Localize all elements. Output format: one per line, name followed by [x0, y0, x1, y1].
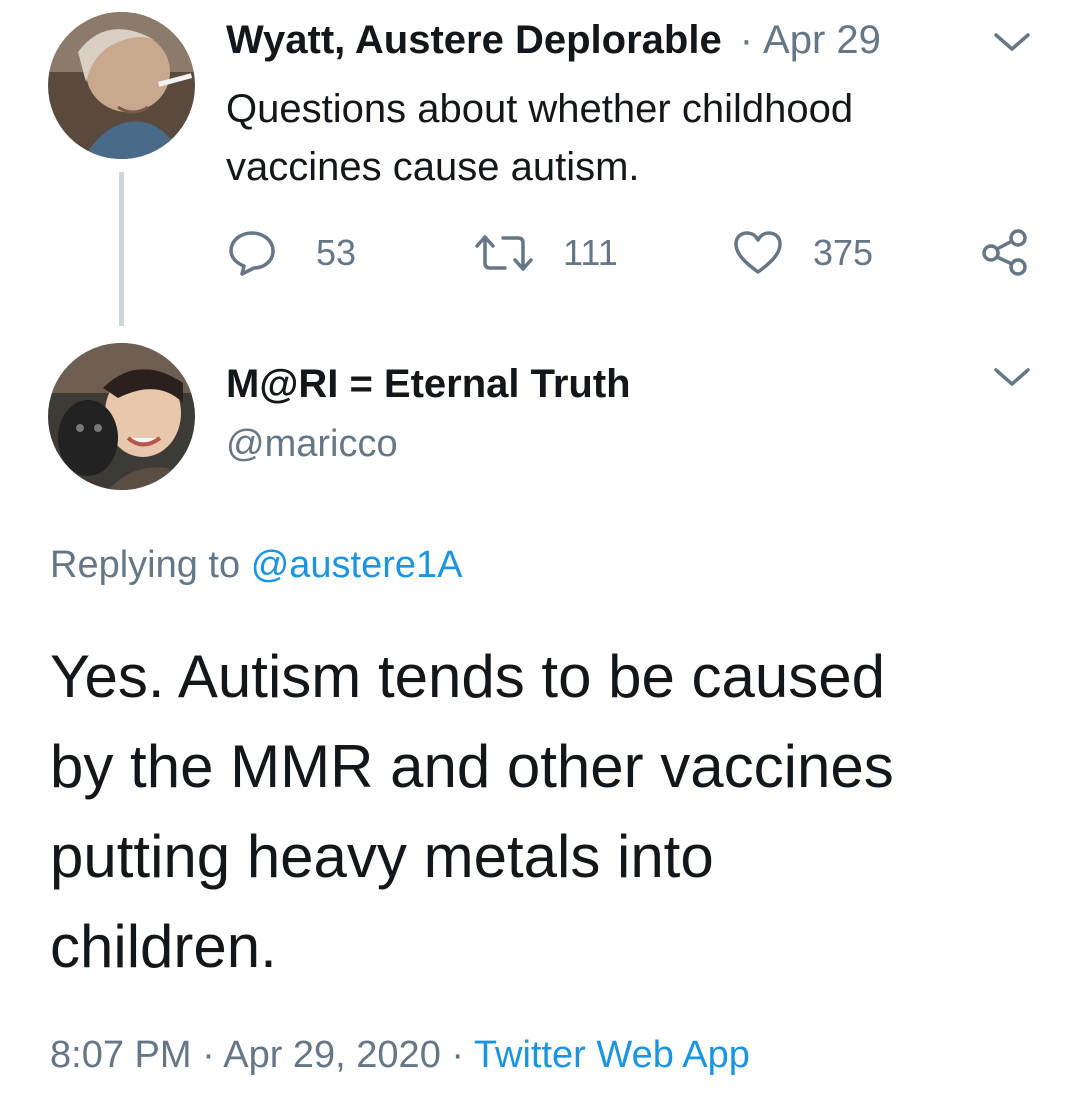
reply-count: 53: [316, 232, 357, 273]
share-icon: [982, 229, 1027, 276]
reply-tweet-text-line: children.: [50, 913, 277, 980]
reply-author-handle[interactable]: @maricco: [226, 423, 398, 466]
parent-tweet-text-line: Questions about whether childhood: [226, 87, 854, 131]
reply-tweet-text-line: by the MMR and other vaccines: [50, 733, 894, 800]
parent-tweet-menu-button[interactable]: [990, 27, 1034, 57]
retweet-icon: [475, 235, 533, 271]
replying-to: Replying to @austere1A: [50, 544, 463, 587]
reply-icon: [229, 231, 275, 276]
reply-author-avatar[interactable]: [48, 343, 195, 490]
reply-tweet-text-line: putting heavy metals into: [50, 823, 714, 890]
tweet-timestamp-row: 8:07 PM · Apr 29, 2020 · Twitter Web App: [50, 1034, 750, 1077]
header-separator: ·: [739, 18, 754, 62]
parent-tweet-date[interactable]: Apr 29: [763, 18, 881, 63]
retweet-count: 111: [563, 232, 618, 273]
reply-action[interactable]: 53: [228, 230, 356, 276]
thread-connector-line: [119, 172, 124, 326]
parent-tweet-text-line: vaccines cause autism.: [226, 145, 640, 189]
tweet-date[interactable]: Apr 29, 2020: [223, 1034, 441, 1076]
chevron-down-icon: [994, 33, 1030, 51]
timestamp-separator: ·: [202, 1034, 215, 1076]
share-action[interactable]: [980, 228, 1030, 281]
reply-tweet-text: Yes. Autism tends to be caused by the MM…: [50, 632, 894, 992]
retweet-action[interactable]: 111: [475, 232, 618, 274]
parent-tweet-header: Wyatt, Austere Deplorable · Apr 29: [226, 18, 881, 63]
parent-author-name[interactable]: Wyatt, Austere Deplorable: [226, 18, 722, 63]
like-action[interactable]: 375: [733, 230, 873, 276]
parent-author-avatar[interactable]: [48, 12, 195, 159]
heart-icon: [734, 231, 782, 274]
replying-to-label: Replying to: [50, 544, 241, 586]
reply-tweet-menu-button[interactable]: [990, 362, 1034, 392]
tweet-source-link[interactable]: Twitter Web App: [474, 1034, 750, 1076]
timestamp-separator: ·: [451, 1034, 465, 1076]
reply-tweet-text-line: Yes. Autism tends to be caused: [50, 643, 885, 710]
tweet-time[interactable]: 8:07 PM: [50, 1034, 192, 1076]
parent-tweet-text: Questions about whether childhood vaccin…: [226, 80, 853, 196]
reply-author-name[interactable]: M@RI = Eternal Truth: [226, 362, 631, 407]
chevron-down-icon: [994, 368, 1030, 386]
replying-to-handle-link[interactable]: @austere1A: [251, 544, 463, 586]
like-count: 375: [813, 232, 874, 273]
